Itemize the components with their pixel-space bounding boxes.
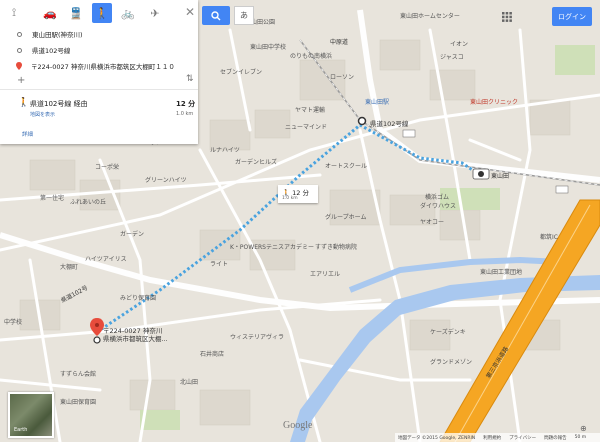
map-label: ガーデン	[120, 231, 145, 238]
map-label: 北山田	[180, 379, 199, 386]
show-map-link[interactable]: 地図を表示	[30, 111, 55, 118]
map-label: セブンイレブン	[220, 69, 263, 76]
map-label: ガーデンヒルズ	[235, 159, 278, 166]
map-label: 中学校	[4, 319, 23, 326]
directions-panel: ⟟ 🚗 🚆 🚶 🚲 ✈ ✕ 東山田駅(神奈川) 県道102号線 〒224-002…	[0, 0, 198, 144]
map-label: すずらん会館	[60, 371, 97, 378]
map-label: ハイツアイリス	[85, 256, 127, 263]
destination-label-line: 県横浜市都筑区大棚...	[103, 335, 168, 344]
map-label: ダイワハウス	[420, 203, 456, 210]
map-label: ふれあいの丘	[70, 199, 107, 206]
zoom-icon[interactable]: ⊕	[580, 424, 587, 433]
map-label: 東山田中学校	[250, 44, 287, 51]
station-icon[interactable]	[472, 168, 490, 180]
map-label: K・POWERSテニスアカデミー	[230, 244, 314, 251]
map-footer: 地図データ ©2015 Google, ZENRIN 利用規約 プライバシー 問…	[395, 433, 600, 442]
terms-link[interactable]: 利用規約	[483, 435, 501, 441]
route-via: 県道102号線 経由	[30, 100, 88, 108]
waypoint-dot-icon	[17, 47, 22, 53]
destination-label: 〒224-0027 神奈川 県横浜市都筑区大棚...	[103, 327, 168, 344]
waypoint-field[interactable]: 県道102号線	[0, 42, 198, 58]
map-label: グランドメゾン	[430, 359, 473, 366]
map-label: イオン	[450, 41, 469, 48]
add-destination-row[interactable]: +	[0, 75, 198, 90]
map-label: 東山田保育園	[60, 399, 97, 406]
waypoint-marker[interactable]	[357, 116, 367, 126]
earth-label: Earth	[14, 427, 28, 433]
callout-distance: 1.0 km	[282, 196, 298, 201]
route-time: 12 分	[176, 100, 196, 108]
map-label: ライト	[210, 261, 229, 268]
flight-icon[interactable]: ✈	[145, 3, 165, 23]
map-label: エアリエル	[310, 271, 341, 278]
add-icon[interactable]: +	[17, 75, 25, 86]
search-button[interactable]	[202, 6, 230, 25]
map-label: グリーンハイツ	[145, 177, 187, 184]
google-logo: Google	[283, 420, 313, 431]
train-icon[interactable]: 🚆	[66, 3, 86, 23]
map-label: ローソン	[330, 74, 355, 81]
map-label: ルナハイツ	[210, 147, 240, 154]
map-label: グループホーム	[325, 214, 367, 221]
close-icon[interactable]: ✕	[185, 6, 195, 18]
origin-dot-icon	[17, 31, 22, 37]
map-label: 大棚町	[60, 264, 79, 271]
waypoint-label: 県道102号線	[370, 120, 409, 128]
map-label: ジャスコ	[440, 54, 464, 61]
walk-icon: 🚶	[18, 98, 30, 108]
login-button[interactable]: ログイン	[552, 7, 592, 26]
map-label: 都筑IC	[540, 234, 558, 241]
map-label: みどり保育園	[120, 295, 157, 302]
map-label: ニューマインド	[285, 124, 328, 131]
apps-grid-icon[interactable]	[502, 12, 512, 22]
earth-toggle[interactable]: Earth	[8, 392, 54, 438]
map-label: 石井商店	[200, 351, 225, 358]
scale-label: 50 m	[574, 435, 587, 440]
map-label: 中原道	[330, 39, 349, 46]
report-link[interactable]: 問題の報告	[544, 435, 567, 441]
map-label: 第一住宅	[40, 195, 65, 202]
destination-text: 〒224-0027 神奈川県横浜市都筑区大棚町１１０	[31, 63, 175, 71]
map-label: 東山田駅	[365, 99, 390, 106]
route-callout[interactable]: 🚶 12 分 1.0 km	[278, 185, 318, 203]
map-label: のりもの南横浜	[290, 53, 333, 60]
route-distance: 1.0 km	[176, 111, 194, 117]
map-label: ヤマト運輸	[295, 107, 326, 114]
map-label: ケーズデンキ	[430, 329, 466, 336]
walk-icon[interactable]: 🚶	[92, 3, 112, 23]
car-icon[interactable]: 🚗	[40, 3, 60, 23]
map-label: 横浜ゴム	[425, 194, 450, 201]
origin-field[interactable]: 東山田駅(神奈川)	[0, 26, 198, 42]
map-data-credit: 地図データ ©2015 Google, ZENRIN	[398, 435, 476, 441]
map-label: コーポ栄	[95, 164, 120, 171]
waypoint-text: 県道102号線	[32, 47, 71, 55]
ime-toggle[interactable]: あ	[234, 6, 254, 25]
map-label: ウィステリアヴィラ	[230, 334, 285, 341]
map-label: 東山田工業団地	[480, 269, 523, 276]
search-icon	[211, 10, 221, 20]
station-label: 東山田	[491, 173, 510, 180]
map-label: ヤオコー	[420, 219, 445, 226]
route-option[interactable]: 🚶 県道102号線 経由 12 分 地図を表示 1.0 km	[0, 90, 198, 130]
origin-text: 東山田駅(神奈川)	[32, 31, 83, 39]
bike-icon[interactable]: 🚲	[118, 3, 138, 23]
privacy-link[interactable]: プライバシー	[509, 435, 536, 441]
directions-icon[interactable]: ⟟	[4, 3, 24, 23]
map-label: オートスクール	[325, 163, 368, 170]
map-label: すずき動物病院	[315, 244, 358, 251]
travel-mode-bar: ⟟ 🚗 🚆 🚶 🚲 ✈ ✕	[0, 0, 198, 26]
destination-field[interactable]: 〒224-0027 神奈川県横浜市都筑区大棚町１１０	[0, 58, 198, 74]
map-label: 東山田クリニック	[470, 99, 519, 106]
details-link[interactable]: 詳細	[22, 130, 33, 138]
pin-icon	[16, 62, 22, 70]
map-label: 東山田ホームセンター	[400, 13, 460, 20]
